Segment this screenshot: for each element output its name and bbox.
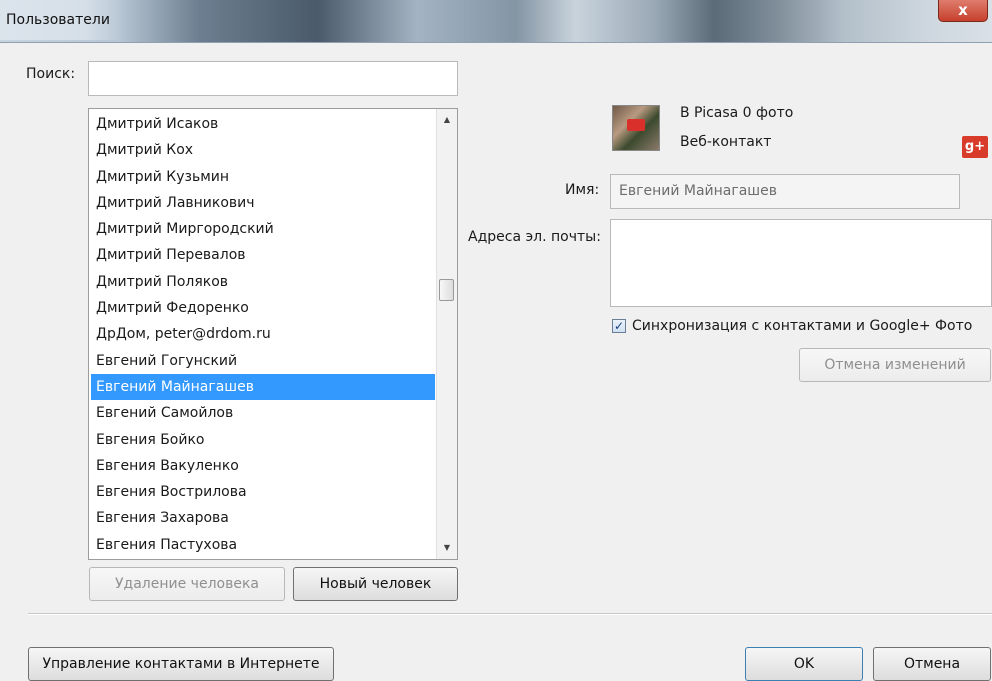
close-button[interactable]: x xyxy=(938,0,988,22)
name-field[interactable]: Евгений Майнагашев xyxy=(610,174,960,209)
delete-person-button[interactable]: Удаление человека xyxy=(89,567,285,601)
web-contact-label: Веб-контакт xyxy=(680,134,772,150)
ok-button[interactable]: OK xyxy=(745,647,863,681)
title-bar: Пользователи x xyxy=(0,0,992,43)
dialog-content: Поиск: Дмитрий Исаков Дмитрий Кох Дмитрий … xyxy=(0,43,992,681)
list-item[interactable]: Дмитрий Кох xyxy=(91,137,435,163)
list-item[interactable]: Дмитрий Поляков xyxy=(91,269,435,295)
list-item[interactable]: Евгения Пастухова xyxy=(91,532,435,558)
list-item[interactable]: Евгения Бойко xyxy=(91,427,435,453)
window-title: Пользователи xyxy=(0,0,122,40)
google-plus-icon[interactable]: g+ xyxy=(962,136,988,158)
list-item[interactable]: Евгения Вострилова xyxy=(91,479,435,505)
scroll-down-arrow-icon[interactable]: ▼ xyxy=(437,539,457,557)
new-person-button[interactable]: Новый человек xyxy=(293,567,458,601)
people-list[interactable]: Дмитрий Исаков Дмитрий Кох Дмитрий Кузьмин… xyxy=(88,108,458,560)
list-item[interactable]: ДрДом, peter@drdom.ru xyxy=(91,321,435,347)
list-item-selected[interactable]: Евгений Майнагашев xyxy=(91,373,435,401)
list-item[interactable]: Дмитрий Кузьмин xyxy=(91,164,435,190)
search-input[interactable] xyxy=(88,61,458,96)
list-item[interactable]: Дмитрий Лавникович xyxy=(91,190,435,216)
list-item[interactable]: Евгений Самойлов xyxy=(91,400,435,426)
name-label: Имя: xyxy=(565,182,600,198)
list-item[interactable]: Евгения Захарова xyxy=(91,505,435,531)
list-item[interactable]: Евгения Вакуленко xyxy=(91,453,435,479)
email-label: Адреса эл. почты: xyxy=(468,229,601,245)
list-item[interactable]: Дмитрий Федоренко xyxy=(91,295,435,321)
avatar-badge-icon xyxy=(627,119,645,131)
list-item[interactable]: Дмитрий Миргородский xyxy=(91,216,435,242)
check-mark-icon: ✓ xyxy=(613,319,625,333)
search-label: Поиск: xyxy=(26,66,76,82)
list-item[interactable]: Дмитрий Перевалов xyxy=(91,242,435,268)
sync-label[interactable]: Синхронизация с контактами и Google+ Фот… xyxy=(632,318,972,334)
list-item[interactable]: Евгений Гогунский xyxy=(91,348,435,374)
email-field[interactable] xyxy=(610,219,992,307)
picasa-photo-count: В Picasa 0 фото xyxy=(680,105,794,121)
list-scrollbar[interactable]: ▲ ▼ xyxy=(436,109,457,559)
scroll-up-arrow-icon[interactable]: ▲ xyxy=(437,111,457,129)
scroll-thumb[interactable] xyxy=(439,279,454,301)
cancel-button[interactable]: Отмена xyxy=(873,647,991,681)
contact-avatar xyxy=(612,105,660,151)
manage-contacts-online-button[interactable]: Управление контактами в Интернете xyxy=(28,647,334,681)
footer-divider xyxy=(28,613,992,614)
undo-changes-button[interactable]: Отмена изменений xyxy=(799,348,991,382)
people-list-items: Дмитрий Исаков Дмитрий Кох Дмитрий Кузьмин… xyxy=(91,111,435,558)
sync-checkbox[interactable]: ✓ xyxy=(612,319,626,333)
list-item[interactable]: Дмитрий Исаков xyxy=(91,111,435,137)
